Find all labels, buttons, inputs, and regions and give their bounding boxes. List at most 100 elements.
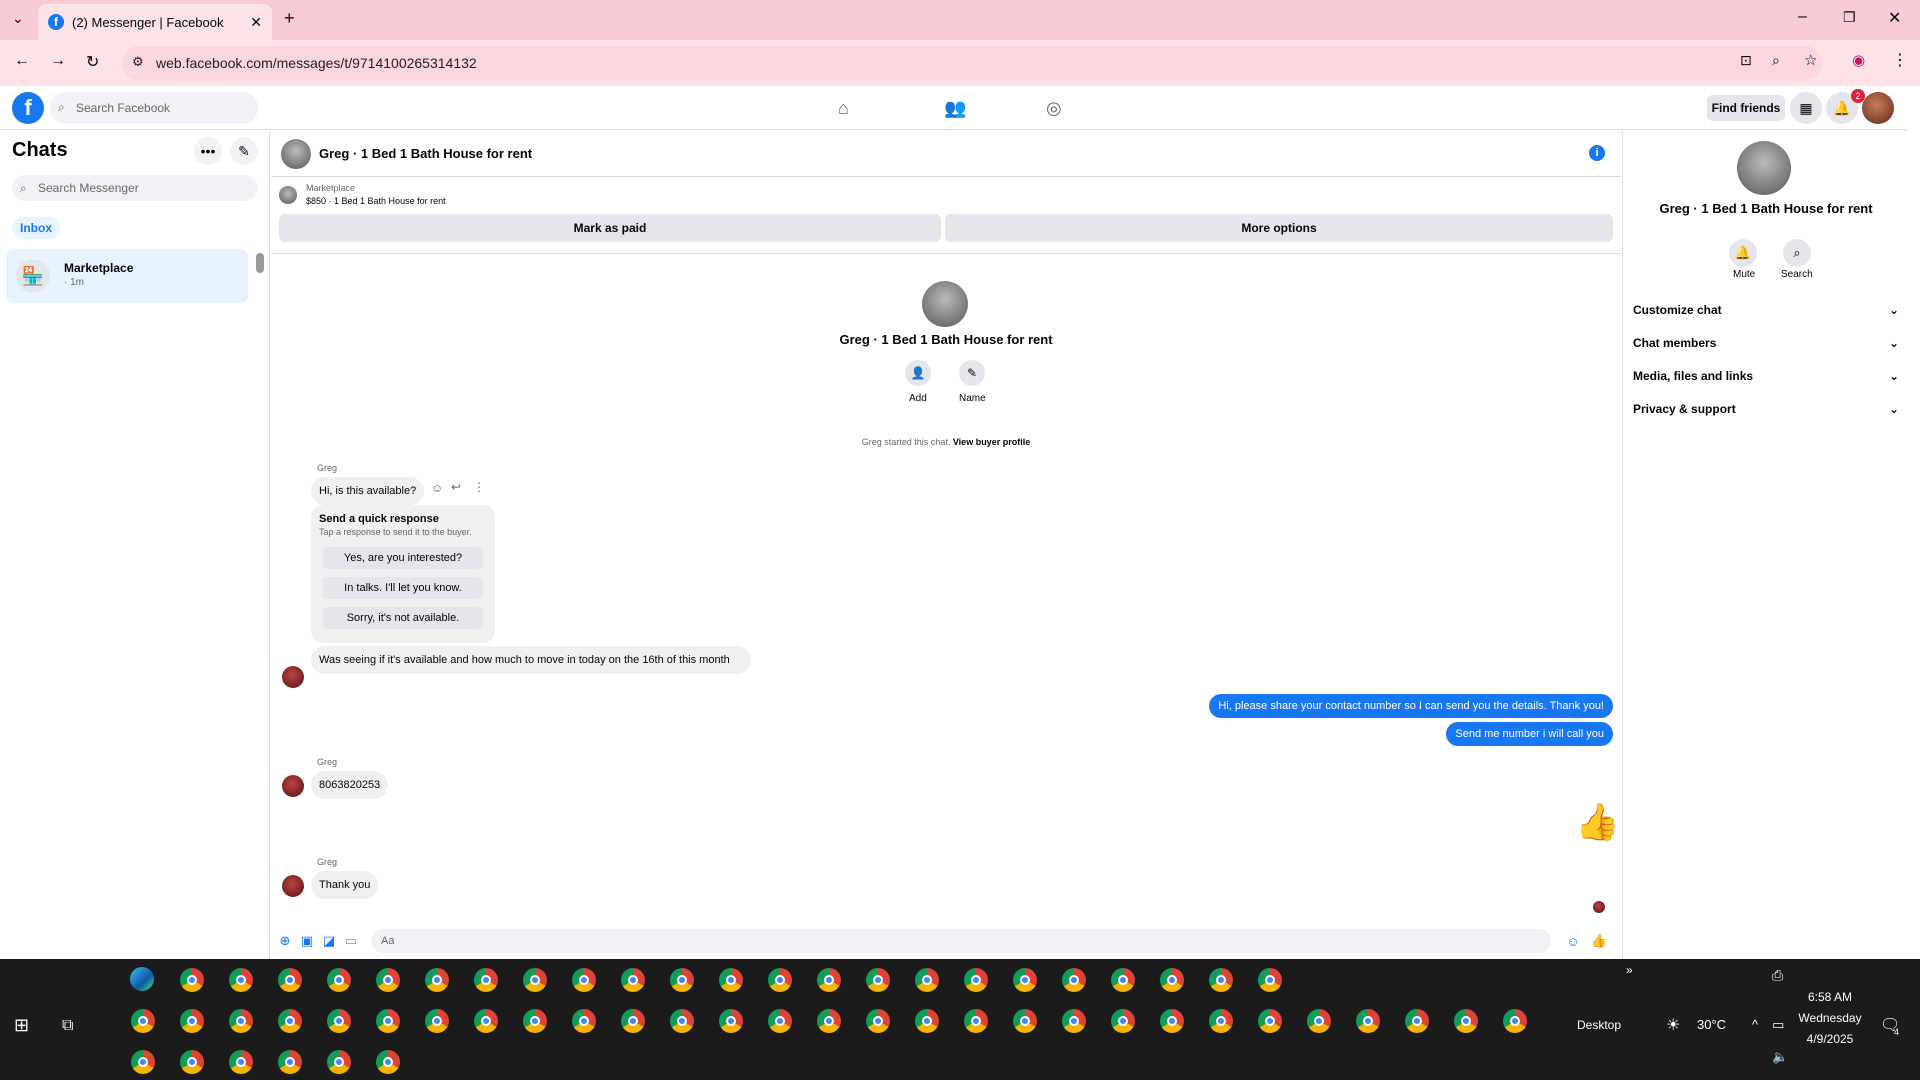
account-avatar[interactable] (1862, 92, 1894, 124)
bookmark-star-icon[interactable]: ☆ (1804, 51, 1817, 69)
weather-icon[interactable]: ☀ (1666, 1015, 1680, 1035)
chrome-window-icon[interactable] (278, 1009, 302, 1033)
message-bubble[interactable]: Thank you (311, 871, 379, 899)
chrome-window-icon[interactable] (1013, 1009, 1037, 1033)
chrome-window-icon[interactable] (278, 968, 302, 992)
chrome-window-icon[interactable] (670, 1009, 694, 1033)
chrome-window-icon[interactable] (1258, 968, 1282, 992)
task-view-icon[interactable]: ⧉ (62, 1017, 73, 1035)
chrome-window-icon[interactable] (1307, 1009, 1331, 1033)
chrome-window-icon[interactable] (1258, 1009, 1282, 1033)
sender-avatar[interactable] (282, 875, 304, 897)
inbox-tab[interactable]: Inbox (12, 217, 60, 239)
sender-avatar[interactable] (282, 666, 304, 688)
media-files-row[interactable]: Media, files and links ⌄ (1633, 365, 1899, 387)
message-more-icon[interactable]: ⋮ (473, 480, 485, 494)
conversation-item-marketplace[interactable]: 🏪 Marketplace · 1m (6, 249, 248, 303)
groups-icon[interactable]: ◎ (1046, 98, 1062, 119)
mark-as-paid-button[interactable]: Mark as paid (279, 214, 941, 242)
page-scrollbar[interactable] (1908, 90, 1920, 960)
chrome-window-icon[interactable] (278, 1050, 302, 1074)
chrome-window-icon[interactable] (621, 1009, 645, 1033)
outgoing-message-bubble[interactable]: Send me number i will call you (1446, 722, 1613, 746)
desktop-label[interactable]: Desktop (1577, 1018, 1621, 1032)
chat-members-row[interactable]: Chat members ⌄ (1633, 332, 1899, 354)
view-buyer-profile-link[interactable]: View buyer profile (953, 437, 1030, 447)
chrome-window-icon[interactable] (817, 968, 841, 992)
chrome-window-icon[interactable] (376, 968, 400, 992)
sticker-icon[interactable]: ◪ (321, 933, 337, 949)
sender-avatar[interactable] (282, 775, 304, 797)
chrome-window-icon[interactable] (523, 1009, 547, 1033)
chrome-window-icon[interactable] (768, 968, 792, 992)
photo-icon[interactable]: ▣ (299, 933, 315, 949)
messenger-search-input[interactable]: ⌕ Search Messenger (12, 175, 258, 201)
chrome-window-icon[interactable] (131, 1050, 155, 1074)
quick-reply-button[interactable]: Sorry, it's not available. (323, 607, 483, 629)
chrome-window-icon[interactable] (1454, 1009, 1478, 1033)
emoji-icon[interactable]: ☺ (1565, 933, 1581, 949)
home-icon[interactable]: ⌂ (838, 98, 849, 119)
chat-header-title[interactable]: Greg · 1 Bed 1 Bath House for rent (319, 146, 532, 161)
chrome-window-icon[interactable] (327, 968, 351, 992)
quick-reply-button[interactable]: Yes, are you interested? (323, 547, 483, 569)
window-close-icon[interactable]: ✕ (1888, 8, 1901, 28)
facebook-logo[interactable]: f (12, 92, 44, 124)
outgoing-message-bubble[interactable]: Hi, please share your contact number so … (1209, 694, 1613, 718)
send-like-icon[interactable]: 👍 (1591, 933, 1607, 949)
reload-icon[interactable]: ↻ (86, 52, 99, 72)
friends-icon[interactable]: 👥 (944, 98, 966, 119)
chrome-window-icon[interactable] (866, 1009, 890, 1033)
facebook-search-input[interactable]: ⌕ Search Facebook (50, 92, 258, 124)
clock-date[interactable]: 4/9/2025 (1800, 1032, 1860, 1046)
menu-grid-icon[interactable]: ▦ (1790, 92, 1822, 124)
plus-icon[interactable]: ⊕ (277, 933, 293, 949)
temperature[interactable]: 30°C (1697, 1017, 1726, 1032)
overflow-chevron-icon[interactable]: » (1626, 963, 1633, 977)
chrome-window-icon[interactable] (621, 968, 645, 992)
chrome-window-icon[interactable] (376, 1050, 400, 1074)
chrome-window-icon[interactable] (1013, 968, 1037, 992)
chrome-window-icon[interactable] (768, 1009, 792, 1033)
react-emoji-icon[interactable]: ☺ (431, 481, 443, 495)
url-bar[interactable]: ⚙ web.facebook.com/messages/t/9714100265… (122, 46, 1822, 80)
message-input[interactable]: Aa (371, 929, 1551, 953)
find-friends-button[interactable]: Find friends (1707, 95, 1785, 121)
chat-options-icon[interactable]: ••• (194, 137, 222, 165)
message-bubble[interactable]: Was seeing if it's available and how muc… (311, 646, 751, 674)
chrome-window-icon[interactable] (327, 1050, 351, 1074)
network-icon[interactable]: ▭ (1772, 1017, 1784, 1033)
back-icon[interactable]: ← (14, 52, 30, 70)
chrome-window-icon[interactable] (1209, 968, 1233, 992)
search-icon[interactable]: ⌕ (1783, 239, 1811, 267)
chrome-window-icon[interactable] (1405, 1009, 1429, 1033)
browser-menu-icon[interactable]: ⋮ (1892, 50, 1908, 70)
chrome-window-icon[interactable] (670, 968, 694, 992)
chrome-window-icon[interactable] (964, 968, 988, 992)
browser-tab[interactable]: f (2) Messenger | Facebook ✕ (38, 4, 272, 40)
chrome-window-icon[interactable] (964, 1009, 988, 1033)
forward-icon[interactable]: → (50, 52, 66, 70)
listing-title[interactable]: $850 · 1 Bed 1 Bath House for rent (306, 196, 446, 206)
minimize-icon[interactable]: – (1798, 8, 1807, 26)
chrome-window-icon[interactable] (1062, 968, 1086, 992)
chrome-window-icon[interactable] (866, 968, 890, 992)
chat-avatar[interactable] (281, 139, 311, 169)
reply-icon[interactable]: ↩ (451, 480, 461, 494)
chrome-window-icon[interactable] (229, 1050, 253, 1074)
tray-chevron-up-icon[interactable]: ^ (1752, 1017, 1758, 1032)
chrome-window-icon[interactable] (180, 1050, 204, 1074)
edge-browser-icon[interactable] (130, 967, 154, 991)
chrome-window-icon[interactable] (425, 968, 449, 992)
new-message-icon[interactable]: ✎ (230, 137, 258, 165)
clock-day[interactable]: Wednesday (1790, 1011, 1870, 1025)
profile-icon[interactable]: ◉ (1852, 51, 1865, 69)
tab-list-chevron-icon[interactable]: ⌄ (12, 10, 24, 27)
info-icon[interactable]: i (1589, 145, 1605, 161)
volume-icon[interactable]: 🔈 (1772, 1049, 1788, 1065)
zoom-icon[interactable]: ⌕ (1772, 52, 1780, 69)
message-bubble[interactable]: 8063820253 (311, 771, 389, 799)
chrome-window-icon[interactable] (817, 1009, 841, 1033)
message-bubble[interactable]: Hi, is this available? (311, 477, 425, 505)
device-icon[interactable]: ⎙ (1772, 967, 1783, 984)
